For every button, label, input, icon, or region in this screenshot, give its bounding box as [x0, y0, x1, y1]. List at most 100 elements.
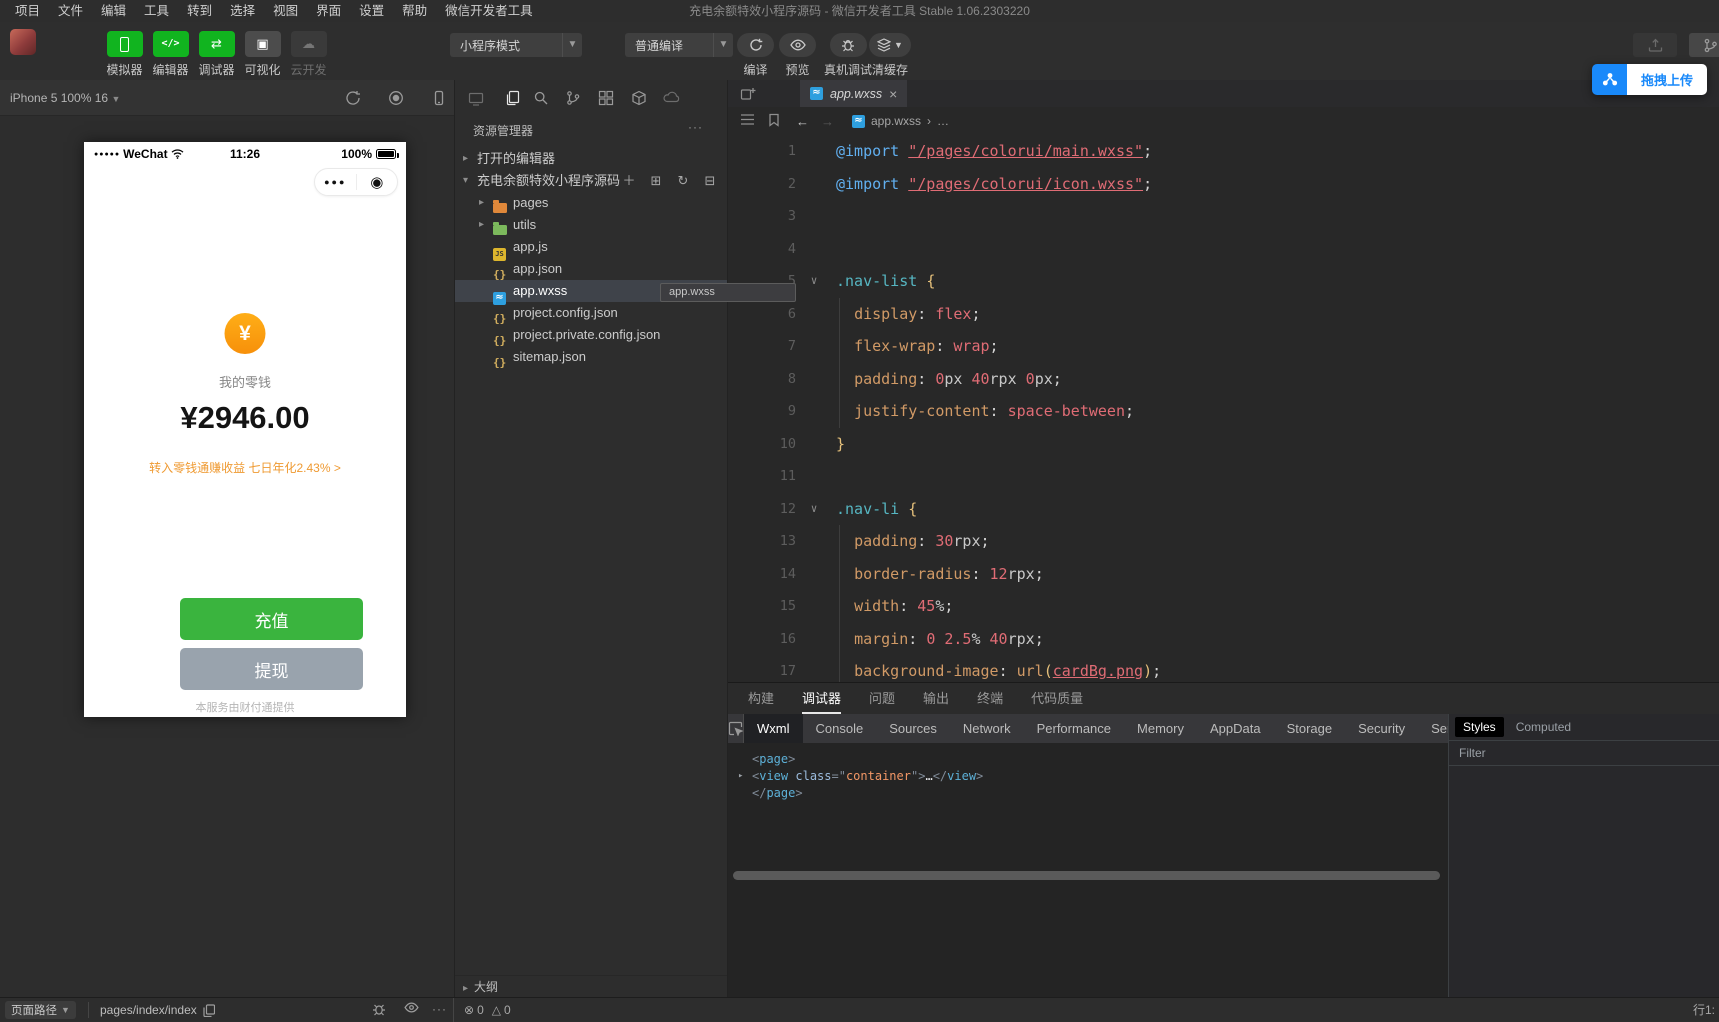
devtools-tab-Security[interactable]: Security — [1345, 714, 1418, 743]
tree-item-pages[interactable]: ▸pages — [455, 192, 727, 214]
toolbar-view-phone: 模拟器 — [106, 31, 143, 78]
avatar[interactable] — [10, 29, 36, 55]
panel-tab-代码质量[interactable]: 代码质量 — [1031, 683, 1083, 714]
compile-button[interactable] — [737, 33, 774, 57]
panel-tab-终端[interactable]: 终端 — [977, 683, 1003, 714]
menu-item[interactable]: 设置 — [350, 0, 393, 22]
wxml-tree[interactable]: <page>▸<view class="container">…</view><… — [728, 743, 1448, 997]
more-icon[interactable]: ●●● — [315, 177, 356, 187]
record-icon[interactable] — [388, 90, 404, 106]
styles-tab-Styles[interactable]: Styles — [1455, 717, 1504, 737]
wxml-node-0[interactable]: <page> — [738, 751, 1448, 768]
tree-item-utils[interactable]: ▸utils — [455, 214, 727, 236]
code-icon[interactable]: </> — [153, 31, 189, 57]
new-file-icon[interactable]: ＋ — [622, 170, 636, 192]
devtools-tab-Storage[interactable]: Storage — [1274, 714, 1346, 743]
panel-tab-调试器[interactable]: 调试器 — [802, 683, 841, 714]
tree-item-app.js[interactable]: JSapp.js — [455, 236, 727, 258]
new-window-icon[interactable] — [740, 86, 756, 102]
layout-icon[interactable]: ▣ — [245, 31, 281, 57]
clear-cache-button[interactable]: ▼ — [869, 33, 911, 57]
withdraw-button[interactable]: 提现 — [180, 648, 363, 690]
refresh-icon[interactable]: ↻ — [676, 170, 690, 192]
copy-icon[interactable] — [203, 1004, 215, 1017]
styles-filter[interactable]: Filter — [1449, 741, 1719, 766]
code-area[interactable]: 1@import "/pages/colorui/main.wxss";2@im… — [728, 135, 1719, 682]
menu-item[interactable]: 微信开发者工具 — [436, 0, 542, 22]
menu-item[interactable]: 编辑 — [92, 0, 135, 22]
mode-select[interactable]: 小程序模式 ▼ — [450, 33, 582, 57]
tree-item-app.json[interactable]: {}app.json — [455, 258, 727, 280]
fold-icon[interactable]: ∨ — [804, 265, 824, 298]
git-icon[interactable] — [565, 90, 581, 106]
version-control-button[interactable] — [1689, 33, 1719, 57]
device-selector[interactable]: iPhone 5 100% 16 ▼ — [10, 80, 120, 117]
collapse-all-icon[interactable]: ⊟ — [703, 170, 717, 192]
cursor-position: 行1: — [1693, 998, 1715, 1022]
bug-icon[interactable] — [372, 1002, 388, 1018]
wxml-node-1[interactable]: ▸<view class="container">…</view> — [738, 768, 1448, 785]
outline-list-icon[interactable] — [740, 113, 756, 129]
menu-item[interactable]: 工具 — [135, 0, 178, 22]
bookmark-icon[interactable] — [768, 113, 784, 129]
expand-icon[interactable]: ▸ — [738, 768, 743, 785]
debug-icon[interactable]: ⇄ — [199, 31, 235, 57]
upload-button[interactable] — [1633, 33, 1677, 57]
preview-button[interactable] — [779, 33, 816, 57]
fold-icon[interactable]: ∨ — [804, 493, 824, 526]
devtools-tab-Performance[interactable]: Performance — [1024, 714, 1124, 743]
devtools-tab-Memory[interactable]: Memory — [1124, 714, 1197, 743]
wxml-node-2[interactable]: </page> — [738, 785, 1448, 802]
more-icon[interactable]: ··· — [432, 1002, 448, 1018]
devtools-tab-Console[interactable]: Console — [803, 714, 877, 743]
tab-app-wxss[interactable]: ≈ app.wxss × — [800, 80, 907, 107]
inspect-element-icon[interactable] — [728, 714, 744, 743]
devtools-tab-Network[interactable]: Network — [950, 714, 1024, 743]
recharge-button[interactable]: 充值 — [180, 598, 363, 640]
nav-back-icon[interactable]: ← — [796, 114, 809, 129]
menu-item[interactable]: 帮助 — [393, 0, 436, 22]
close-capsule-icon[interactable]: ◉ — [357, 173, 398, 191]
panel-tab-问题[interactable]: 问题 — [869, 683, 895, 714]
phone-mode-icon[interactable] — [431, 90, 447, 106]
search-icon[interactable] — [533, 90, 549, 106]
new-folder-icon[interactable]: ⊞ — [649, 170, 663, 192]
menu-item[interactable]: 选择 — [221, 0, 264, 22]
package-icon[interactable] — [631, 90, 647, 106]
outline-section[interactable]: ▸大纲 — [455, 975, 727, 997]
tree-item-project.private.config.json[interactable]: {}project.private.config.json — [455, 324, 727, 346]
menu-item[interactable]: 界面 — [307, 0, 350, 22]
tree-project-root[interactable]: ▾充电余额特效小程序源码＋⊞↻⊟ — [455, 170, 727, 192]
compile-label: 编译 — [743, 61, 767, 78]
devtools-tab-Wxml[interactable]: Wxml — [744, 714, 803, 743]
promo-link[interactable]: 转入零钱通赚收益 七日年化2.43% > — [84, 459, 406, 476]
menu-item[interactable]: 视图 — [264, 0, 307, 22]
menu-item[interactable]: 转到 — [178, 0, 221, 22]
cloud-icon[interactable]: ☁ — [291, 31, 327, 57]
menu-item[interactable]: 文件 — [49, 0, 92, 22]
device-debug-button[interactable] — [830, 33, 867, 57]
menu-item[interactable]: 项目 — [6, 0, 49, 22]
cloud-icon[interactable] — [663, 90, 679, 106]
compile-mode-select[interactable]: 普通编译 ▼ — [625, 33, 733, 57]
panel-tab-构建[interactable]: 构建 — [748, 683, 774, 714]
tree-item-sitemap.json[interactable]: {}sitemap.json — [455, 346, 727, 368]
eye-icon[interactable] — [404, 1002, 420, 1018]
more-icon[interactable]: ··· — [688, 120, 703, 134]
styles-tab-Computed[interactable]: Computed — [1508, 717, 1579, 737]
phone-icon[interactable] — [107, 31, 143, 57]
devtools-tab-Sources[interactable]: Sources — [876, 714, 950, 743]
horizontal-scrollbar[interactable] — [733, 871, 1440, 880]
tree-item-project.config.json[interactable]: {}project.config.json — [455, 302, 727, 324]
detach-window-icon[interactable] — [468, 90, 484, 106]
page-path-selector[interactable]: 页面路径 ▼ — [5, 1001, 76, 1019]
breadcrumb[interactable]: ≈ app.wxss › … — [852, 114, 949, 128]
tree-section-open-editors[interactable]: ▸打开的编辑器 — [455, 148, 727, 170]
devtools-tab-AppData[interactable]: AppData — [1197, 714, 1274, 743]
files-icon[interactable] — [505, 90, 521, 106]
problem-counts[interactable]: ⊗ 0 △ 0 — [464, 998, 511, 1022]
extensions-icon[interactable] — [598, 90, 614, 106]
panel-tab-输出[interactable]: 输出 — [923, 683, 949, 714]
rotate-icon[interactable] — [345, 90, 361, 106]
close-icon[interactable]: × — [889, 86, 897, 102]
